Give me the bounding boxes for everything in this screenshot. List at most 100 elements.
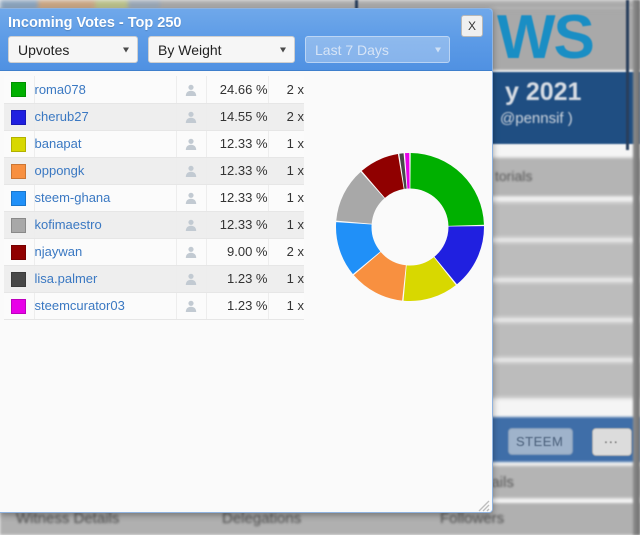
vote-percent-cell: 12.33 % bbox=[206, 157, 269, 185]
background-right-edge bbox=[633, 0, 640, 535]
table-row[interactable]: steemcurator03 1.23 % 1 x bbox=[4, 292, 304, 320]
dialog-title: Incoming Votes - Top 250 bbox=[8, 15, 182, 31]
background-row-band bbox=[489, 202, 640, 238]
voter-link[interactable]: banapat bbox=[35, 136, 82, 151]
voter-avatar-cell bbox=[176, 103, 207, 131]
background-row-band bbox=[489, 322, 640, 358]
voter-avatar-cell bbox=[176, 238, 207, 266]
vote-count-cell: 1 x bbox=[268, 292, 304, 320]
vote-count-cell: 2 x bbox=[268, 238, 304, 266]
person-icon bbox=[185, 84, 197, 97]
color-swatch-cell bbox=[4, 292, 35, 320]
table-row[interactable]: steem-ghana 12.33 % 1 x bbox=[4, 184, 304, 212]
background-divider bbox=[626, 0, 629, 150]
voter-name-cell: kofimaestro bbox=[34, 211, 177, 239]
close-icon[interactable]: X bbox=[461, 15, 483, 37]
vote-percent-cell: 14.55 % bbox=[206, 103, 269, 131]
donut-slice[interactable] bbox=[410, 153, 484, 226]
color-swatch-cell bbox=[4, 238, 35, 266]
color-swatch-cell bbox=[4, 184, 35, 212]
voter-name-cell: lisa.palmer bbox=[34, 265, 177, 293]
voter-name-cell: cherub27 bbox=[34, 103, 177, 131]
resize-handle-icon[interactable] bbox=[478, 500, 490, 512]
dialog-title-bar: Incoming Votes - Top 250 X Upvotes By We… bbox=[0, 9, 492, 71]
vote-percent-cell: 12.33 % bbox=[206, 184, 269, 212]
color-swatch-icon bbox=[11, 298, 27, 314]
sort-order-select[interactable]: By Weight bbox=[148, 36, 295, 63]
person-icon bbox=[185, 192, 197, 205]
votes-donut-chart bbox=[332, 149, 488, 305]
person-icon bbox=[185, 111, 197, 124]
person-icon bbox=[185, 138, 197, 151]
time-range-value: Last 7 Days bbox=[315, 41, 389, 58]
vote-count-cell: 1 x bbox=[268, 211, 304, 239]
votes-table: roma078 24.66 % 2 x cherub27 14.55 % 2 x banap… bbox=[4, 76, 304, 320]
time-range-select: Last 7 Days bbox=[305, 36, 450, 63]
vote-type-select[interactable]: Upvotes bbox=[8, 36, 138, 63]
voter-link[interactable]: lisa.palmer bbox=[35, 271, 98, 286]
table-row[interactable]: banapat 12.33 % 1 x bbox=[4, 130, 304, 158]
voter-link[interactable]: steem-ghana bbox=[35, 190, 111, 205]
color-swatch-icon bbox=[11, 244, 27, 260]
color-swatch-icon bbox=[11, 271, 27, 287]
voter-name-cell: steem-ghana bbox=[34, 184, 177, 212]
background-row-band bbox=[489, 282, 640, 318]
voter-avatar-cell bbox=[176, 292, 207, 320]
color-swatch-cell bbox=[4, 130, 35, 158]
background-banner-title: y 2021 bbox=[505, 78, 582, 106]
voter-link[interactable]: steemcurator03 bbox=[35, 298, 125, 313]
voter-avatar-cell bbox=[176, 211, 207, 239]
color-swatch-cell bbox=[4, 211, 35, 239]
dialog-filters: Upvotes By Weight Last 7 Days bbox=[8, 36, 450, 63]
vote-count-cell: 1 x bbox=[268, 184, 304, 212]
vote-percent-cell: 9.00 % bbox=[206, 238, 269, 266]
vote-count-cell: 1 x bbox=[268, 130, 304, 158]
background-steem-label: STEEM bbox=[516, 434, 564, 449]
table-row[interactable]: njaywan 9.00 % 2 x bbox=[4, 238, 304, 266]
voter-link[interactable]: cherub27 bbox=[35, 109, 89, 124]
background-site-logo: WS bbox=[497, 3, 595, 72]
person-icon bbox=[185, 165, 197, 178]
color-swatch-cell bbox=[4, 103, 35, 131]
voter-link[interactable]: njaywan bbox=[35, 244, 83, 259]
incoming-votes-dialog: Incoming Votes - Top 250 X Upvotes By We… bbox=[0, 8, 493, 513]
color-swatch-icon bbox=[11, 190, 27, 206]
color-swatch-icon bbox=[11, 109, 27, 125]
person-icon bbox=[185, 219, 197, 232]
vote-type-value: Upvotes bbox=[18, 41, 70, 58]
sort-order-value: By Weight bbox=[158, 41, 222, 58]
person-icon bbox=[185, 273, 197, 286]
voter-link[interactable]: roma078 bbox=[35, 82, 86, 97]
color-swatch-cell bbox=[4, 76, 35, 104]
vote-percent-cell: 24.66 % bbox=[206, 76, 269, 104]
background-banner-subtitle: @pennsif ) bbox=[500, 110, 573, 127]
voter-avatar-cell bbox=[176, 76, 207, 104]
table-row[interactable]: lisa.palmer 1.23 % 1 x bbox=[4, 265, 304, 293]
voter-name-cell: banapat bbox=[34, 130, 177, 158]
vote-percent-cell: 1.23 % bbox=[206, 265, 269, 293]
table-row[interactable]: oppongk 12.33 % 1 x bbox=[4, 157, 304, 185]
person-icon bbox=[185, 300, 197, 313]
voter-name-cell: roma078 bbox=[34, 76, 177, 104]
donut-svg bbox=[336, 153, 484, 301]
vote-percent-cell: 12.33 % bbox=[206, 130, 269, 158]
background-row-band bbox=[489, 362, 640, 398]
table-row[interactable]: cherub27 14.55 % 2 x bbox=[4, 103, 304, 131]
table-row[interactable]: kofimaestro 12.33 % 1 x bbox=[4, 211, 304, 239]
color-swatch-icon bbox=[11, 163, 27, 179]
chevron-down-icon bbox=[123, 47, 129, 52]
color-swatch-icon bbox=[11, 82, 27, 98]
color-swatch-icon bbox=[11, 217, 27, 233]
chevron-down-icon bbox=[280, 47, 286, 52]
vote-count-cell: 1 x bbox=[268, 157, 304, 185]
background-row-band bbox=[489, 242, 640, 278]
voter-link[interactable]: kofimaestro bbox=[35, 217, 102, 232]
screen: WS y 2021 @pennsif ) torials STEEM ... D… bbox=[0, 0, 640, 535]
color-swatch-cell bbox=[4, 157, 35, 185]
vote-count-cell: 1 x bbox=[268, 265, 304, 293]
voter-avatar-cell bbox=[176, 265, 207, 293]
voter-link[interactable]: oppongk bbox=[35, 163, 85, 178]
table-row[interactable]: roma078 24.66 % 2 x bbox=[4, 76, 304, 104]
vote-percent-cell: 1.23 % bbox=[206, 292, 269, 320]
voter-avatar-cell bbox=[176, 130, 207, 158]
